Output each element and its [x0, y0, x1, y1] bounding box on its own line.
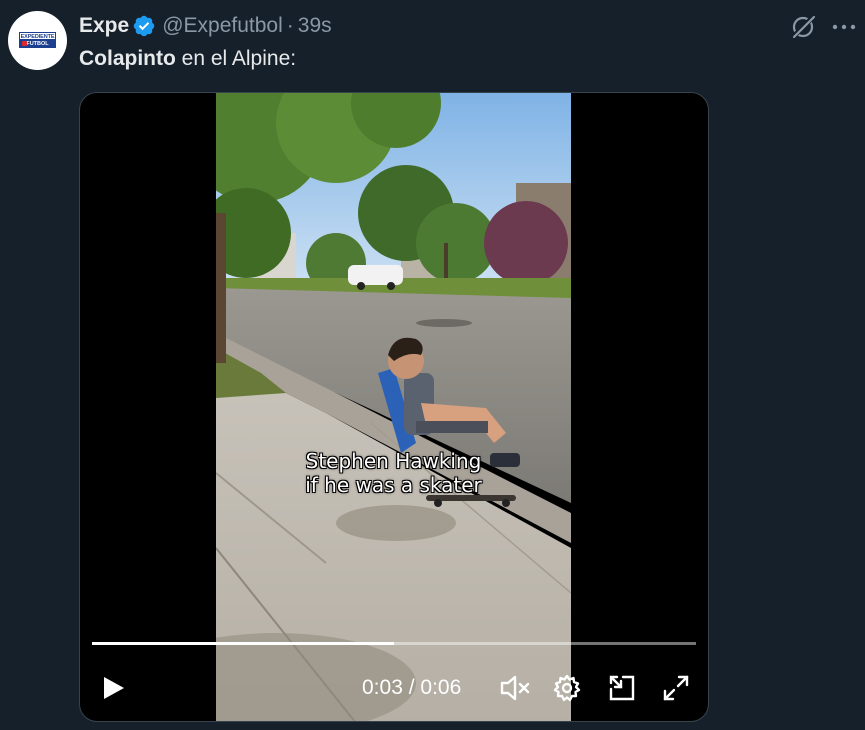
- video-caption: Stephen Hawking if he was a skater: [216, 449, 571, 497]
- video-scene: [216, 93, 571, 721]
- play-icon[interactable]: [98, 673, 128, 703]
- tweet-text-bold: Colapinto: [79, 47, 176, 70]
- progress-bar[interactable]: [92, 642, 696, 645]
- avatar-logo-text-top: EXPEDIENTE: [19, 32, 56, 40]
- separator-dot: ·: [286, 14, 294, 37]
- tweet-text: Colapinto en el Alpine:: [79, 47, 296, 71]
- video-caption-line2: if he was a skater: [305, 473, 482, 497]
- gear-icon[interactable]: [552, 673, 582, 703]
- expand-icon[interactable]: [661, 673, 691, 703]
- time-display: 0:03 / 0:06: [362, 676, 461, 700]
- grok-icon[interactable]: [788, 12, 818, 42]
- avatar[interactable]: EXPEDIENTE FUTBOL: [8, 11, 67, 70]
- video-player[interactable]: Stephen Hawking if he was a skater 0:03 …: [79, 92, 709, 722]
- duration: 0:06: [420, 676, 462, 699]
- timestamp[interactable]: 39s: [298, 14, 332, 38]
- tweet-header: Expe @Expefutbol · 39s: [79, 13, 332, 39]
- display-name[interactable]: Expe: [79, 14, 129, 38]
- volume-muted-icon[interactable]: [498, 673, 532, 703]
- verified-badge-icon[interactable]: [132, 14, 156, 38]
- current-time: 0:03: [362, 676, 403, 699]
- tweet-text-rest: en el Alpine:: [175, 47, 297, 70]
- video-frame[interactable]: Stephen Hawking if he was a skater: [216, 93, 571, 721]
- heart-icon: [22, 41, 27, 46]
- more-icon[interactable]: [830, 12, 858, 42]
- picture-in-picture-icon[interactable]: [607, 673, 637, 703]
- time-separator: /: [402, 676, 421, 699]
- handle[interactable]: @Expefutbol: [162, 14, 283, 38]
- progress-bar-fill: [92, 642, 394, 645]
- video-caption-line1: Stephen Hawking: [305, 449, 482, 473]
